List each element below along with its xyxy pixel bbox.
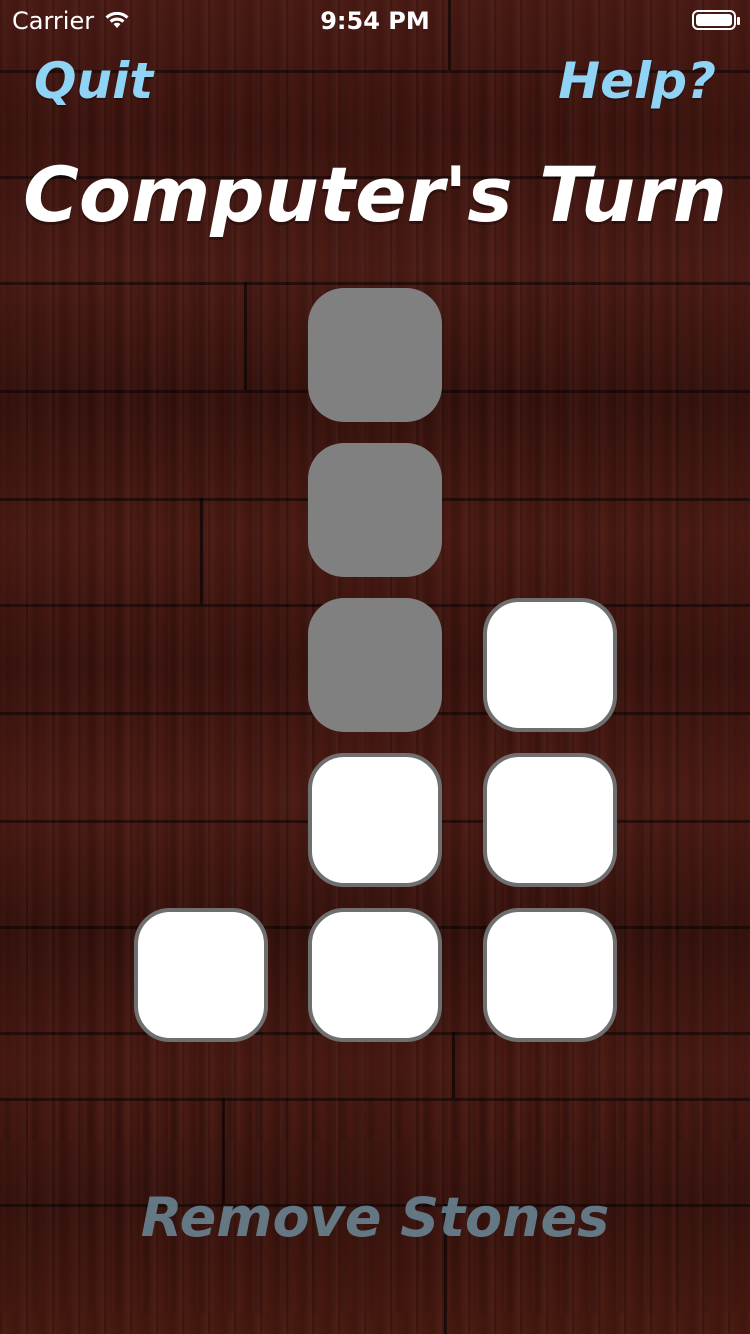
stone[interactable] — [308, 753, 442, 887]
stone[interactable] — [483, 753, 617, 887]
stone-removed — [308, 443, 442, 577]
stone[interactable] — [483, 908, 617, 1042]
turn-title: Computer's Turn — [23, 150, 727, 239]
wood-seam — [452, 1032, 455, 1098]
help-button[interactable]: Help? — [558, 52, 716, 110]
quit-button[interactable]: Quit — [34, 52, 153, 110]
stone[interactable] — [483, 598, 617, 732]
stone[interactable] — [134, 908, 268, 1042]
remove-stones-button[interactable]: Remove Stones — [0, 1186, 750, 1249]
wood-seam — [200, 498, 203, 604]
stone[interactable] — [308, 908, 442, 1042]
wood-seam — [244, 282, 247, 390]
status-bar: Carrier 9:54 PM — [0, 0, 750, 40]
stone-removed — [308, 598, 442, 732]
clock: 9:54 PM — [320, 7, 430, 35]
stone-removed — [308, 288, 442, 422]
battery-icon — [692, 10, 740, 30]
